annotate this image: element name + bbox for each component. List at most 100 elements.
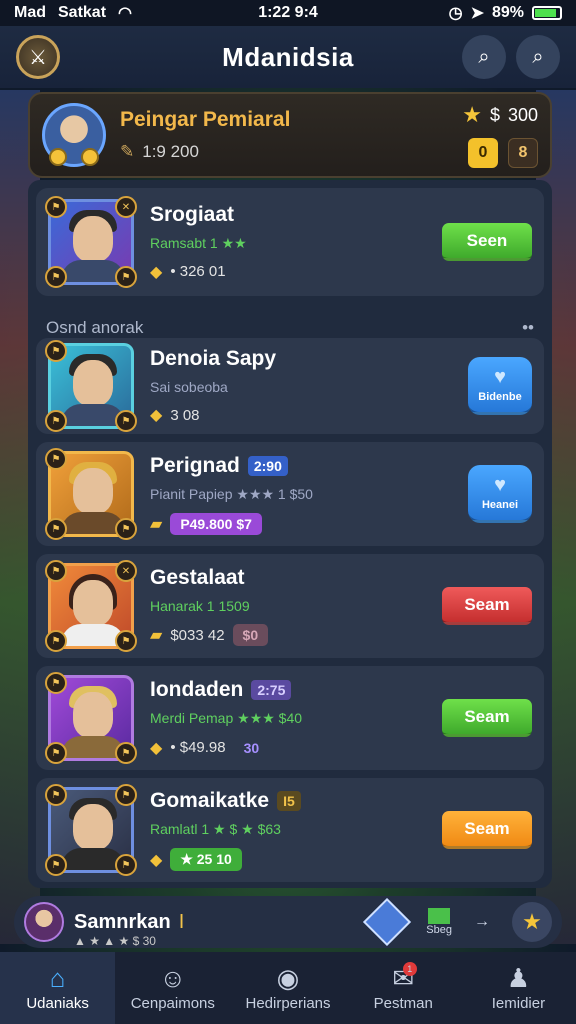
wallet-icon: ✎ [120, 142, 135, 161]
app-bar: ⚔ Mdanidsia ⌕ ⌕ [0, 26, 576, 88]
item-pill: P49.800 $7 [170, 512, 262, 535]
item-meta: • 326 01 [170, 263, 226, 280]
player-name: Samnrkan [74, 910, 171, 933]
item-subtitle: Pianit Papiep ★★★ 1 $50 [150, 485, 313, 502]
profile-card[interactable]: Peingar Pemiaral ✎ 1:9 200 ★ $ 300 0 8 [28, 92, 552, 178]
seam-button[interactable]: Seam [442, 811, 532, 849]
coin-icon [81, 148, 99, 166]
player-avatar: ⚑ ⚑ ⚑ [45, 340, 137, 432]
alarm-icon: ◷ [448, 5, 463, 22]
player-stats: ▲ ★ ▲ ★ $ 30 [74, 934, 156, 948]
gold-bar-icon: ▰ [150, 515, 163, 533]
badge-icon: ⚑ [45, 410, 67, 432]
section-header: Osnd anorak •• [46, 318, 534, 338]
badge-icon: ⚑ [115, 410, 137, 432]
battery-icon [532, 6, 562, 20]
star-icon: ★ [462, 102, 482, 127]
network-label: Satkat [58, 4, 107, 21]
star-icon: ★ [522, 909, 542, 934]
person-icon: ♟ [506, 962, 531, 993]
tab-home[interactable]: ⌂ Udaniaks [0, 952, 116, 1024]
arrow-right-icon[interactable]: → [474, 913, 490, 931]
tab-messages[interactable]: ✉ 1 Pestman [346, 952, 461, 1024]
list-item[interactable]: ⚑ ⚑ ⚑ Perignad 2:90 Pianit Papiep ★★★ 1 $… [36, 442, 544, 546]
tab-chat[interactable]: ◉ Hedirperians [230, 952, 345, 1024]
carrier-label: Mad [14, 4, 46, 21]
badge-chip-a[interactable]: 0 [468, 138, 498, 168]
badge-icon: ✕ [115, 560, 137, 582]
player-avatar: ⚑ ⚑ ⚑ [45, 672, 137, 764]
item-title: Perignad [150, 453, 240, 477]
sword-icon: ⚔ [29, 46, 47, 69]
badge-icon: ✕ [115, 196, 137, 218]
gem-icon: ◆ [150, 739, 163, 757]
badge-icon: ⚑ [45, 854, 67, 876]
flag-label: Sbeg [426, 924, 452, 936]
badge-icon: ⚑ [45, 560, 67, 582]
player-avatar: ⚑ ⚑ ⚑ ⚑ [45, 784, 137, 876]
more-icon[interactable]: •• [522, 318, 534, 338]
tab-profile[interactable]: ♟ Iemidier [461, 952, 576, 1024]
list-item[interactable]: ⚑ ⚑ ⚑ ⚑ Gomaikatke I5 Ramlatl 1 ★ $ ★ $63… [36, 778, 544, 882]
score-prefix: $ [489, 104, 500, 125]
favorite-button[interactable]: ★ [512, 902, 552, 942]
tab-label: Cenpaimons [130, 994, 215, 1012]
tab-label: Pestman [373, 994, 433, 1012]
list-item[interactable]: ⚑ ⚑ ⚑ Denoia Sapy Sai sobeoba ◆ 3 08 ♥ Bi… [36, 338, 544, 434]
item-subtitle: Hanarak 1 1509 [150, 598, 250, 614]
app-logo-button[interactable]: ⚔ [16, 35, 60, 79]
item-tag: 2:90 [247, 455, 288, 476]
tab-people[interactable]: ☺ Cenpaimons [115, 952, 230, 1024]
gold-bar-icon: ▰ [150, 627, 163, 644]
badge-icon: ⚑ [45, 784, 67, 806]
badge-icon: ⚑ [45, 742, 67, 764]
seen-button[interactable]: Seen [442, 223, 532, 261]
item-title: Denoia Sapy [150, 347, 277, 370]
diamond-icon[interactable] [363, 897, 412, 947]
like-button[interactable]: ♥ Heanei [468, 465, 532, 523]
badge-icon: ⚑ [45, 196, 67, 218]
list-item[interactable]: ⚑ ⚑ ⚑ Iondaden 2:75 Merdi Pemap ★★★ $40 ◆… [36, 666, 544, 770]
tab-label: Iemidier [491, 994, 546, 1012]
list-item[interactable]: ⚑ ✕ ⚑ ⚑ Srogiaat Ramsabt 1 ★★ ◆ • 326 01 … [36, 188, 544, 296]
status-bar: Mad Satkat ◠ 1:22 9:4 ◷ ➤ 89% [0, 0, 576, 26]
badge-icon: ⚑ [115, 784, 137, 806]
location-icon: ➤ [470, 5, 484, 22]
battery-percent: 89% [491, 4, 524, 21]
search-button-secondary[interactable]: ⌕ [516, 35, 560, 79]
player-avatar: ⚑ ⚑ ⚑ [45, 448, 137, 540]
flag-button[interactable]: Sbeg [426, 908, 452, 936]
section-label: Osnd anorak [46, 318, 144, 337]
profile-avatar[interactable] [42, 103, 106, 167]
item-pill: $0 [232, 624, 269, 646]
player-avatar[interactable] [24, 902, 64, 942]
seam-button[interactable]: Seam [442, 699, 532, 737]
profile-coins: 1:9 200 [142, 142, 199, 161]
item-subtitle: Merdi Pemap ★★★ $40 [150, 709, 303, 726]
item-meta: 3 08 [170, 406, 200, 424]
bottom-tab-bar: ⌂ Udaniaks ☺ Cenpaimons ◉ Hedirperians ✉… [0, 952, 576, 1024]
item-title: Gestalaat [150, 566, 245, 589]
badge-icon: ⚑ [45, 448, 67, 470]
like-button[interactable]: ♥ Bidenbe [468, 357, 532, 415]
badge-icon: ⚑ [115, 854, 137, 876]
search-icon: ⌕ [478, 45, 490, 68]
list-item[interactable]: ⚑ ✕ ⚑ ⚑ Gestalaat Hanarak 1 1509 ▰ $033 4… [36, 554, 544, 658]
gem-icon: ◆ [150, 851, 163, 869]
item-pill: 30 [243, 739, 260, 756]
current-player-strip[interactable]: Samnrkan I ▲ ★ ▲ ★ $ 30 Sbeg → ★ [14, 896, 562, 948]
search-button[interactable]: ⌕ [462, 35, 506, 79]
tab-label: Udaniaks [26, 994, 89, 1012]
text-cursor: I [178, 910, 185, 933]
gem-icon: ◆ [150, 263, 163, 281]
item-title: Srogiaat [150, 202, 235, 226]
profile-name: Peingar Pemiaral [120, 108, 291, 131]
badge-chip-b[interactable]: 8 [508, 138, 538, 168]
item-subtitle: Ramsabt 1 ★★ [150, 234, 247, 251]
seam-button[interactable]: Seam [442, 587, 532, 625]
item-subtitle: Ramlatl 1 ★ $ ★ $63 [150, 821, 281, 837]
badge-icon: ⚑ [115, 518, 137, 540]
item-meta: • $49.98 [170, 739, 226, 756]
badge-icon: ⚑ [115, 742, 137, 764]
badge-icon: ⚑ [115, 630, 137, 652]
